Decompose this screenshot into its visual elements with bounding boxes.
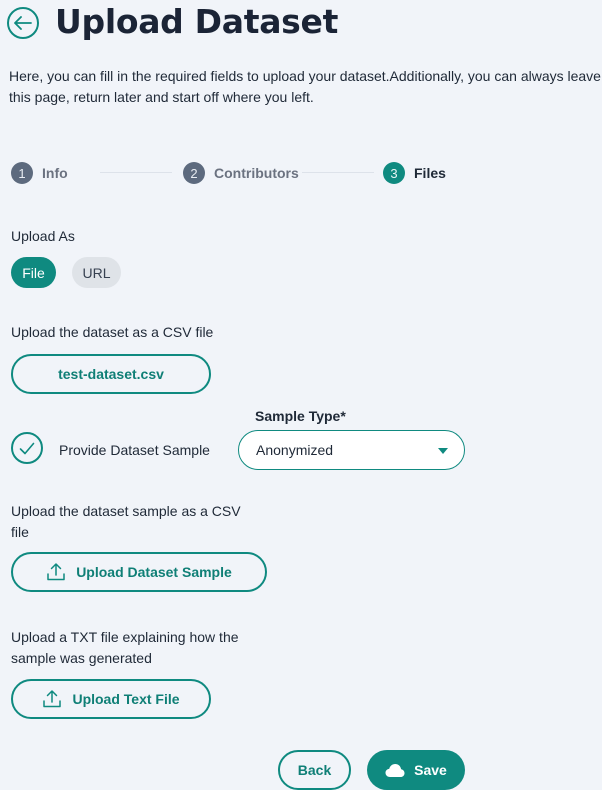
page-title: Upload Dataset [55, 2, 339, 41]
sample-type-select[interactable]: Anonymized [238, 430, 465, 470]
sample-type-label: Sample Type* [255, 408, 346, 424]
cloud-icon [385, 763, 405, 778]
sample-upload-label: Upload the dataset sample as a CSV file [11, 503, 241, 540]
upload-dataset-sample-button[interactable]: Upload Dataset Sample [11, 552, 267, 592]
upload-text-file-label: Upload Text File [72, 691, 180, 707]
text-file-label: Upload a TXT file explaining how the sam… [11, 629, 239, 666]
step-label: Files [414, 165, 446, 181]
upload-dataset-sample-label: Upload Dataset Sample [76, 564, 232, 580]
step-number: 3 [383, 162, 405, 184]
upload-as-label: Upload As [11, 228, 75, 244]
step-connector [100, 172, 172, 173]
dataset-file-label: Upload the dataset as a CSV file [11, 324, 214, 340]
step-label: Contributors [214, 165, 299, 181]
step-files[interactable]: 3 Files [383, 161, 446, 185]
caret-down-icon [438, 448, 448, 454]
sample-type-value: Anonymized [256, 442, 334, 458]
upload-as-file-chip[interactable]: File [11, 257, 56, 288]
step-connector [302, 172, 374, 173]
upload-icon [42, 689, 62, 709]
back-button-label: Back [297, 762, 332, 778]
dataset-file-button[interactable]: test-dataset.csv [11, 354, 211, 394]
arrow-left-icon [14, 16, 32, 30]
provide-sample-checkbox[interactable] [11, 432, 43, 464]
back-arrow-button[interactable] [7, 7, 39, 39]
step-label: Info [42, 165, 68, 181]
check-icon [19, 442, 35, 455]
save-button-label: Save [414, 762, 447, 778]
upload-icon [46, 562, 66, 582]
save-button[interactable]: Save [367, 750, 465, 790]
upload-text-file-button[interactable]: Upload Text File [11, 679, 211, 719]
step-info[interactable]: 1 Info [11, 161, 68, 185]
step-contributors[interactable]: 2 Contributors [183, 161, 299, 185]
page-description: Here, you can fill in the required field… [9, 68, 601, 105]
step-number: 2 [183, 162, 205, 184]
back-button[interactable]: Back [278, 750, 351, 790]
upload-as-url-chip[interactable]: URL [72, 257, 121, 288]
provide-sample-label: Provide Dataset Sample [59, 442, 210, 458]
dataset-file-name: test-dataset.csv [58, 366, 164, 382]
step-number: 1 [11, 162, 33, 184]
